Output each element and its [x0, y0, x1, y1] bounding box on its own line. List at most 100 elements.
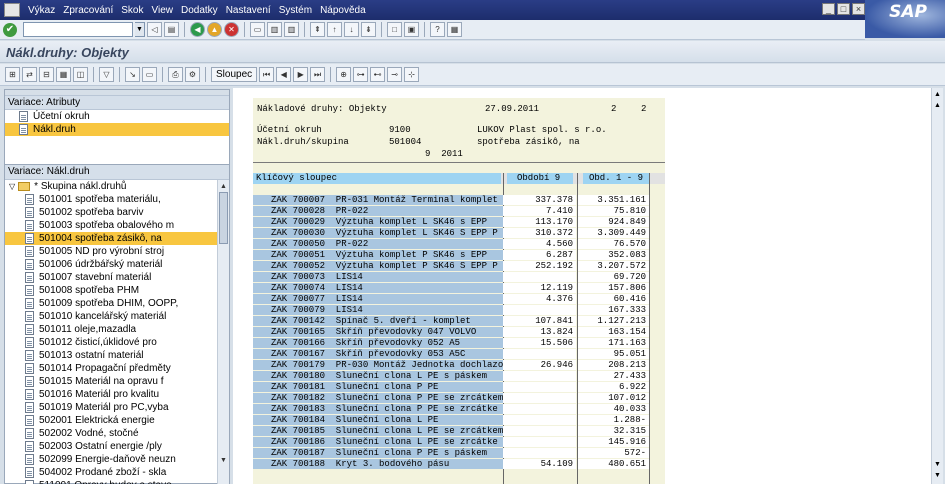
save-icon[interactable]: ▤: [164, 22, 179, 37]
minimize-button[interactable]: _: [822, 3, 835, 15]
split-view-icon[interactable]: ◫: [73, 67, 88, 82]
table-row[interactable]: ZAK 700029 Výztuha komplet L SK46 s EPP 1…: [253, 217, 665, 227]
table-row[interactable]: ZAK 700187 Sluneční clona P PE s páskem 5…: [253, 448, 665, 458]
first-column-icon[interactable]: ⏮: [259, 67, 275, 82]
command-history-dropdown[interactable]: ▼: [135, 22, 145, 37]
table-row[interactable]: ZAK 700142 Spínač 5. dveří - komplet 107.…: [253, 316, 665, 326]
list-item[interactable]: 501006 údržbářský materiál: [5, 258, 229, 271]
menu-view[interactable]: View: [148, 5, 178, 16]
list-item[interactable]: Účetní okruh: [5, 110, 229, 123]
scroll-up-icon[interactable]: ▲: [219, 182, 228, 191]
table-row[interactable]: ZAK 700079 LIS14 167.333: [253, 305, 665, 315]
sloupec-button[interactable]: Sloupec: [211, 67, 258, 82]
tree-collapse-icon[interactable]: ⊷: [370, 67, 386, 82]
maximize-button[interactable]: □: [837, 3, 850, 15]
list-item[interactable]: 501002 spotřeba barviv: [5, 206, 229, 219]
table-row[interactable]: ZAK 700051 Výztuha komplet P SK46 s EPP 6…: [253, 250, 665, 260]
table-row[interactable]: ZAK 700186 Sluneční clona L PE se zrcátk…: [253, 437, 665, 447]
help-icon[interactable]: ?: [430, 22, 445, 37]
next-page-icon[interactable]: ↓: [344, 22, 359, 37]
print-icon[interactable]: ▭: [250, 22, 265, 37]
group-node[interactable]: ▽ * Skupina nákl.druhů: [5, 180, 229, 193]
table-view-icon[interactable]: ▦: [56, 67, 71, 82]
table-row[interactable]: ZAK 700179 PR-030 Montáž Jednotka dochla…: [253, 360, 665, 370]
list-item[interactable]: 501019 Materiál pro PC,vyba: [5, 401, 229, 414]
list-item[interactable]: 511001 Opravy budov a stave: [5, 479, 229, 484]
menu-vykaz[interactable]: Výkaz: [24, 5, 59, 16]
list-item[interactable]: 502001 Elektrická energie: [5, 414, 229, 427]
previous-column-icon[interactable]: ◀: [276, 67, 292, 82]
list-item[interactable]: 501003 spotřeba obalového m: [5, 219, 229, 232]
menu-system[interactable]: Systém: [275, 5, 316, 16]
list-item[interactable]: 501005 ND pro výrobní stroj: [5, 245, 229, 258]
exit-icon[interactable]: ▲: [207, 22, 222, 37]
settings-icon[interactable]: ⚙: [185, 67, 200, 82]
column-header-period[interactable]: Období 9: [507, 173, 573, 184]
menu-nastaveni[interactable]: Nastavení: [222, 5, 275, 16]
list-item[interactable]: 501001 spotřeba materiálu,: [5, 193, 229, 206]
table-row[interactable]: ZAK 700180 Sluneční clona L PE s páskem 2…: [253, 371, 665, 381]
table-row[interactable]: ZAK 700183 Sluneční clona P PE se zrcátk…: [253, 404, 665, 414]
table-row[interactable]: ZAK 700074 LIS14 12.119 157.806: [253, 283, 665, 293]
expand-icon[interactable]: ⊕: [336, 67, 352, 82]
menu-zpracovani[interactable]: Zpracování: [59, 5, 117, 16]
list-item[interactable]: 502099 Energie-daňově neuzn: [5, 453, 229, 466]
report-scroll-down-icon[interactable]: ▼: [933, 460, 942, 469]
list-item[interactable]: 501013 ostatní materiál: [5, 349, 229, 362]
report-scroll-up-icon[interactable]: ▲: [933, 90, 942, 99]
cost-element-scrollbar[interactable]: ▲ ▼: [217, 180, 229, 484]
shortcut-icon[interactable]: ▣: [404, 22, 419, 37]
table-row[interactable]: ZAK 700007 PR-031 Montáž Terminal komple…: [253, 195, 665, 205]
tree-expand-icon[interactable]: ⊶: [353, 67, 369, 82]
list-item[interactable]: 501015 Materiál na opravu f: [5, 375, 229, 388]
report-scroll-up-icon-2[interactable]: ▲: [933, 101, 942, 110]
find-icon[interactable]: ▥: [267, 22, 282, 37]
hierarchy-icon[interactable]: ⊟: [39, 67, 54, 82]
list-item[interactable]: 502002 Vodné, stočné: [5, 427, 229, 440]
scroll-thumb[interactable]: [219, 192, 228, 244]
table-row[interactable]: ZAK 700188 Kryt 3. bodového pásu 54.109 48…: [253, 459, 665, 469]
menu-napoveda[interactable]: Nápověda: [316, 5, 370, 16]
table-row[interactable]: ZAK 700166 Skříň převodovky 052 A5 15.506…: [253, 338, 665, 348]
navigate-icon[interactable]: ⇄: [22, 67, 37, 82]
menu-skok[interactable]: Skok: [117, 5, 147, 16]
layout-menu-icon[interactable]: ▦: [447, 22, 462, 37]
column-header-key[interactable]: Klíčový sloupec: [253, 173, 501, 184]
collapse-triangle-icon[interactable]: ▽: [9, 180, 15, 193]
list-item[interactable]: 501007 stavební materiál: [5, 271, 229, 284]
cancel-icon[interactable]: ✕: [224, 22, 239, 37]
drilldown-icon[interactable]: ↘: [125, 67, 140, 82]
table-row[interactable]: ZAK 700028 PR-022 7.410 75.810: [253, 206, 665, 216]
back-icon[interactable]: ◀: [190, 22, 205, 37]
filter-icon[interactable]: ▽: [99, 67, 114, 82]
first-page-icon[interactable]: ⇞: [310, 22, 325, 37]
table-row[interactable]: ZAK 700165 Skříň převodovky 047 VOLVO 13.…: [253, 327, 665, 337]
table-row[interactable]: ZAK 700073 LIS14 69.720: [253, 272, 665, 282]
previous-page-icon[interactable]: ↑: [327, 22, 342, 37]
list-item[interactable]: 502003 Ostatní energie /ply: [5, 440, 229, 453]
last-page-icon[interactable]: ⇟: [361, 22, 376, 37]
command-field[interactable]: [23, 22, 133, 37]
list-item[interactable]: 501010 kancelářský materiál: [5, 310, 229, 323]
list-item[interactable]: 501008 spotřeba PHM: [5, 284, 229, 297]
print-report-icon[interactable]: ⎙: [168, 67, 183, 82]
variant-icon[interactable]: ⊞: [5, 67, 20, 82]
table-row[interactable]: ZAK 700077 LIS14 4.376 60.416: [253, 294, 665, 304]
report-scroll-down-icon-2[interactable]: ▼: [933, 471, 942, 480]
table-row[interactable]: ZAK 700050 PR-022 4.560 76.570: [253, 239, 665, 249]
list-item[interactable]: Nákl.druh: [5, 123, 229, 136]
enter-check-icon[interactable]: ✔: [3, 22, 17, 37]
table-row[interactable]: ZAK 700184 Sluneční clona L PE 1.288-: [253, 415, 665, 425]
list-item[interactable]: 501009 spotřeba DHIM, OOPP,: [5, 297, 229, 310]
list-item[interactable]: 501011 oleje,mazadla: [5, 323, 229, 336]
column-header-cumulative[interactable]: Obd. 1 - 9: [583, 173, 649, 184]
table-row[interactable]: ZAK 700052 Výztuha komplet P SK46 S EPP …: [253, 261, 665, 271]
report-scrollbar[interactable]: ▲ ▲ ▼ ▼: [931, 88, 943, 484]
next-column-icon[interactable]: ▶: [293, 67, 309, 82]
list-item[interactable]: 501016 Materiál pro kvalitu: [5, 388, 229, 401]
last-column-icon[interactable]: ⏭: [310, 67, 326, 82]
list-item[interactable]: 504002 Prodané zboží - skla: [5, 466, 229, 479]
list-item[interactable]: 501004 spotřeba zásikô, na: [5, 232, 229, 245]
back-arrow-icon[interactable]: ◁: [147, 22, 162, 37]
system-menu-icon[interactable]: [4, 3, 20, 17]
